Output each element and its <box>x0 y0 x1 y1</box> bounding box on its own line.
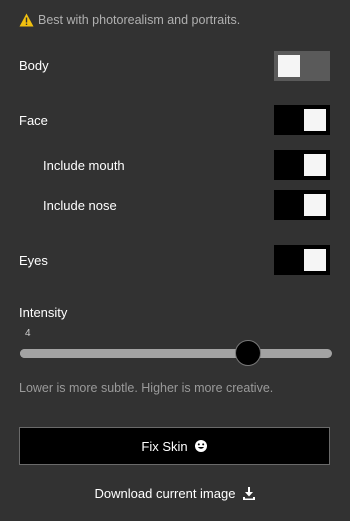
intensity-label: Intensity <box>19 305 68 320</box>
body-label: Body <box>19 58 49 73</box>
toggle-knob <box>304 154 326 176</box>
eyes-toggle[interactable] <box>274 245 330 275</box>
notice-text: Best with photorealism and portraits. <box>38 13 241 27</box>
fix-skin-button[interactable]: Fix Skin <box>19 427 330 465</box>
fix-skin-label: Fix Skin <box>141 438 188 454</box>
intensity-value: 4 <box>25 328 31 339</box>
include-mouth-label: Include mouth <box>43 158 125 173</box>
eyes-label: Eyes <box>19 253 48 268</box>
download-icon <box>243 487 256 500</box>
face-label: Face <box>19 113 48 128</box>
warning-icon <box>19 13 34 27</box>
notice: Best with photorealism and portraits. <box>19 13 240 27</box>
body-toggle[interactable] <box>274 51 330 81</box>
slider-thumb[interactable] <box>234 340 261 366</box>
include-mouth-toggle[interactable] <box>274 150 330 180</box>
face-toggle[interactable] <box>274 105 330 135</box>
include-nose-toggle[interactable] <box>274 190 330 220</box>
intensity-slider[interactable] <box>20 340 332 366</box>
include-nose-label: Include nose <box>43 198 117 213</box>
download-current-image-link[interactable]: Download current image <box>0 486 350 501</box>
toggle-knob <box>278 55 300 77</box>
toggle-knob <box>304 194 326 216</box>
smile-icon <box>194 439 208 453</box>
toggle-knob <box>304 109 326 131</box>
download-label: Download current image <box>94 486 236 501</box>
intensity-hint: Lower is more subtle. Higher is more cre… <box>19 381 274 395</box>
toggle-knob <box>304 249 326 271</box>
slider-fill <box>20 349 248 358</box>
